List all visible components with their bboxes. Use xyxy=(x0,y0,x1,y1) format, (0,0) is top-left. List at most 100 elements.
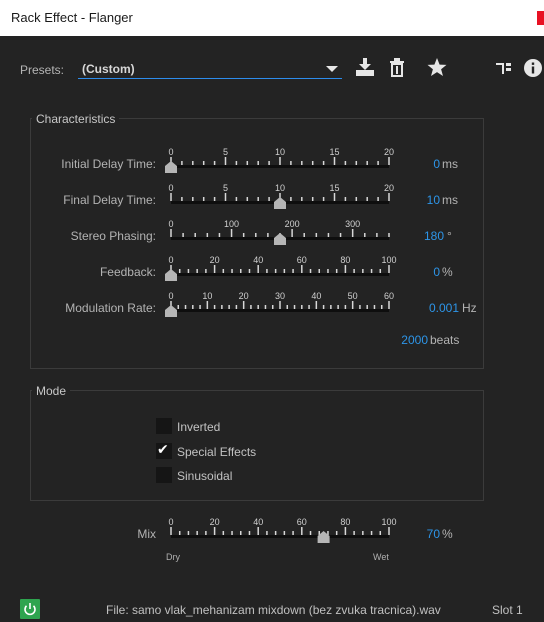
mix-slider[interactable]: 0 20 40 60 80 100 xyxy=(168,516,397,543)
final-delay-slider[interactable]: 0 5 10 15 20 xyxy=(168,182,394,209)
initial-delay-slider[interactable]: 0 5 10 15 20 xyxy=(165,146,394,173)
tick-label: 20 xyxy=(239,291,249,301)
window-title: Rack Effect - Flanger xyxy=(11,10,133,25)
tick-label: 60 xyxy=(297,517,307,527)
delete-preset-icon[interactable] xyxy=(389,58,405,78)
tick-label: 0 xyxy=(168,517,173,527)
modulation-rate-slider[interactable]: 0 10 20 30 40 50 60 xyxy=(165,290,394,317)
slider-scale: 0 20 40 60 80 100 xyxy=(168,517,397,543)
dry-label: Dry xyxy=(166,552,180,562)
tick-label: 60 xyxy=(297,255,307,265)
stereo-phasing-value[interactable]: 180 xyxy=(424,229,444,243)
wet-label: Wet xyxy=(373,552,389,562)
slider-scale: 0 5 10 15 20 xyxy=(168,183,394,209)
final-delay-unit: ms xyxy=(442,193,458,207)
tick-label: 10 xyxy=(202,291,212,301)
slider-scale: 0 100 200 300 xyxy=(168,219,390,245)
tick-label: 50 xyxy=(348,291,358,301)
tick-label: 100 xyxy=(381,517,396,527)
sinusoidal-checkbox[interactable] xyxy=(156,467,172,483)
special-effects-label[interactable]: Special Effects xyxy=(177,445,256,459)
slider-track xyxy=(171,309,389,312)
presets-value: (Custom) xyxy=(82,62,135,76)
tick-label: 10 xyxy=(275,183,285,193)
tick-label: 60 xyxy=(384,291,394,301)
stereo-phasing-label: Stereo Phasing: xyxy=(70,229,156,243)
tick-label: 5 xyxy=(223,183,228,193)
tick-label: 0 xyxy=(168,183,173,193)
mix-label: Mix xyxy=(137,527,156,541)
window-titlebar: Rack Effect - Flanger xyxy=(0,0,544,36)
tick-label: 15 xyxy=(329,147,339,157)
special-effects-checkbox[interactable]: ✔ xyxy=(156,442,172,459)
tick-label: 30 xyxy=(275,291,285,301)
tick-label: 40 xyxy=(311,291,321,301)
feedback-label: Feedback: xyxy=(99,265,156,279)
initial-delay-label: Initial Delay Time: xyxy=(61,157,156,171)
presets-dropdown[interactable]: (Custom) xyxy=(78,57,342,79)
status-footer: File: samo vlak_mehanizam mixdown (bez z… xyxy=(0,596,544,622)
slider-scale: 0 10 20 30 40 50 60 xyxy=(165,291,394,317)
slider-thumb xyxy=(274,197,286,209)
tick-label: 100 xyxy=(381,255,396,265)
presets-bar: Presets: (Custom) xyxy=(0,36,544,84)
beats-value[interactable]: 2000 xyxy=(401,333,428,347)
tick-label: 20 xyxy=(210,255,220,265)
favorite-icon[interactable] xyxy=(427,58,447,77)
tick-label: 0 xyxy=(168,219,173,229)
mode-label: Mode xyxy=(32,384,71,398)
slider-thumb xyxy=(274,233,286,245)
file-name: File: samo vlak_mehanizam mixdown (bez z… xyxy=(106,603,441,617)
slider-scale: 0 5 10 15 20 xyxy=(165,147,394,173)
modulation-rate-value[interactable]: 0.001 xyxy=(429,301,459,315)
close-button[interactable] xyxy=(537,11,544,25)
save-preset-icon[interactable] xyxy=(355,58,377,78)
tick-label: 0 xyxy=(168,255,173,265)
feedback-unit: % xyxy=(442,265,453,279)
characteristics-label: Characteristics xyxy=(32,112,120,126)
sinusoidal-label[interactable]: Sinusoidal xyxy=(177,469,232,483)
tick-label: 80 xyxy=(340,255,350,265)
tick-label: 10 xyxy=(275,147,285,157)
mix-unit: % xyxy=(442,527,453,541)
initial-delay-value[interactable]: 0 xyxy=(433,157,440,171)
modulation-rate-label: Modulation Rate: xyxy=(65,301,156,315)
final-delay-value[interactable]: 10 xyxy=(427,193,440,207)
stereo-phasing-slider[interactable]: 0 100 200 300 xyxy=(168,218,391,245)
tick-label: 20 xyxy=(384,183,394,193)
info-icon[interactable] xyxy=(524,59,542,77)
inverted-checkbox[interactable] xyxy=(156,418,172,434)
stereo-phasing-unit: ° xyxy=(447,229,452,243)
mode-group xyxy=(30,390,484,501)
mix-value[interactable]: 70 xyxy=(427,527,440,541)
tick-label: 20 xyxy=(384,147,394,157)
tick-label: 40 xyxy=(253,517,263,527)
tick-label: 20 xyxy=(210,517,220,527)
tick-label: 0 xyxy=(168,291,173,301)
tick-label: 300 xyxy=(345,219,360,229)
beats-unit: beats xyxy=(430,333,460,347)
modulation-rate-unit: Hz xyxy=(462,301,477,315)
inverted-label[interactable]: Inverted xyxy=(177,420,220,434)
feedback-value[interactable]: 0 xyxy=(433,265,440,279)
tick-label: 40 xyxy=(253,255,263,265)
slider-track xyxy=(171,273,389,276)
routing-icon[interactable] xyxy=(496,62,512,76)
slider-track xyxy=(171,535,389,538)
tick-label: 100 xyxy=(224,219,239,229)
checkmark-icon: ✔ xyxy=(157,442,169,458)
tick-label: 80 xyxy=(340,517,350,527)
initial-delay-unit: ms xyxy=(442,157,458,171)
chevron-down-icon xyxy=(326,66,338,72)
presets-label: Presets: xyxy=(20,63,65,77)
feedback-slider[interactable]: 0 20 40 60 80 100 xyxy=(165,254,397,281)
tick-label: 200 xyxy=(285,219,300,229)
slot-label: Slot 1 xyxy=(492,603,523,617)
tick-label: 15 xyxy=(329,183,339,193)
tick-label: 0 xyxy=(168,147,173,157)
final-delay-label: Final Delay Time: xyxy=(63,193,156,207)
power-button[interactable] xyxy=(20,599,40,619)
power-icon xyxy=(24,603,36,616)
tick-label: 5 xyxy=(223,147,228,157)
slider-track xyxy=(171,165,389,168)
